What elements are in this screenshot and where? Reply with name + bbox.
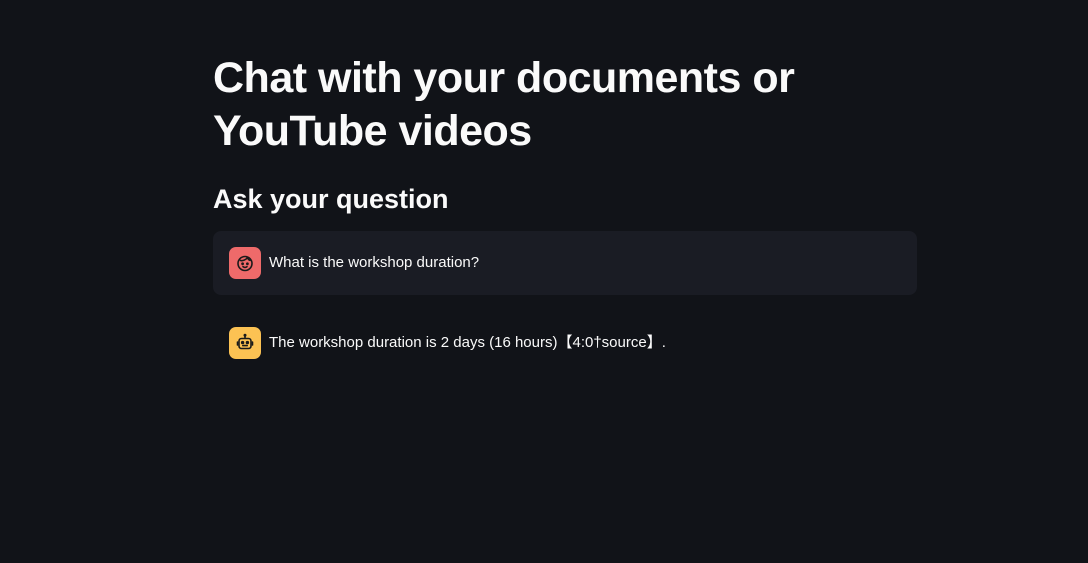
robot-icon: [229, 327, 261, 359]
section-heading: Ask your question: [213, 184, 449, 214]
chat-message-text: What is the workshop duration?: [269, 254, 480, 271]
chat-message-assistant: The workshop duration is 2 days (16 hour…: [213, 311, 917, 375]
chat-message-text: The workshop duration is 2 days (16 hour…: [269, 334, 666, 351]
chat-message-user: What is the workshop duration?: [213, 231, 917, 295]
page-title: Chat with your documents or YouTube vide…: [213, 54, 795, 155]
user-face-icon: [229, 247, 261, 279]
